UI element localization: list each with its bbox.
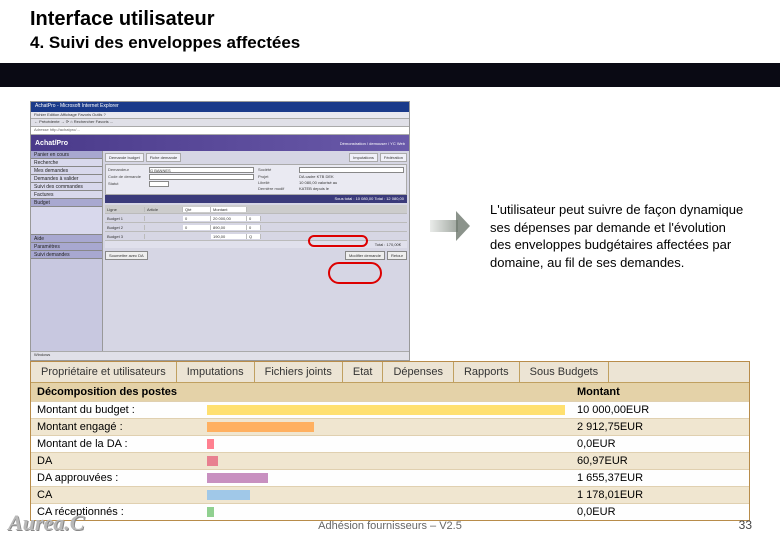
sidebar-item: Factures [31,191,102,199]
row-bar [201,453,571,469]
tab-attachments[interactable]: Fichiers joints [255,362,343,382]
budget-row: DA approuvées : 1 655,37EUR [31,469,749,486]
page-subtitle: 4. Suivi des enveloppes affectées [30,33,750,53]
sidebar-item: Demandes à valider [31,175,102,183]
budget-row: CA réceptionnés :0,0EUR [31,503,749,520]
row-bar [201,487,571,503]
app-main: Demande budget Fiche demande Imputations… [103,151,409,356]
row-bar [201,436,571,452]
sidebar-item: Panier en cours [31,151,102,159]
app-body: Panier en cours Recherche Mes demandes D… [31,151,409,356]
app-header: Achat/Pro Démonstration / demouser / YC … [31,135,409,151]
budget-detail-panel: Propriétaire et utilisateurs Imputations… [30,361,750,521]
row-label: CA [31,487,201,503]
row-amount: 0,0EUR [571,436,721,452]
row-amount: 2 912,75EUR [571,419,721,435]
page-number: 33 [739,518,752,532]
button-row: Soumettre avec DA Modifier demande Retou… [105,251,407,260]
table-header: Ligne Article Qté Montant [105,205,407,214]
tab: Imputations [349,153,378,162]
tab-imputations[interactable]: Imputations [177,362,255,382]
address-bar: Adresse http://achatpro/... [31,127,409,135]
row-bar [201,504,571,520]
detail-tabs: Propriétaire et utilisateurs Imputations… [31,362,749,383]
highlight-oval-icon [328,262,382,284]
tab-expenses[interactable]: Dépenses [383,362,454,382]
app-user-context: Démonstration / demouser / YC Web [340,141,405,146]
budget-row: DA 60,97EUR [31,452,749,469]
sidebar-item: Suivi des commandes [31,183,102,191]
sidebar-item: Recherche [31,159,102,167]
table-row: Budget 20890,000 [105,223,407,232]
content-row: AchatPro - Microsoft Internet Explorer F… [0,87,780,361]
browser-statusbar: Windows [31,351,409,360]
app-sidebar: Panier en cours Recherche Mes demandes D… [31,151,103,356]
sidebar-item: Aide [31,235,102,243]
tab: Demande budget [105,153,144,162]
tab: Fédération [380,153,407,162]
sidebar-item: Paramètres [31,243,102,251]
window-titlebar: AchatPro - Microsoft Internet Explorer [31,102,409,112]
modify-button: Modifier demande [345,251,385,260]
sidebar-item: Budget [31,199,102,207]
tab-row: Demande budget Fiche demande Imputations… [105,153,407,162]
footer-text: Adhésion fournisseurs – V2.5 [0,520,780,532]
description-text: L'utilisateur peut suivre de façon dynam… [490,101,750,361]
row-amount: 1 655,37EUR [571,470,721,486]
row-label: DA approuvées : [31,470,201,486]
row-amount: 10 000,00EUR [571,402,721,418]
row-label: DA [31,453,201,469]
page-title: Interface utilisateur [30,8,750,31]
form-panel: DemandeurG BANNES Code de demande Statut… [105,164,407,195]
row-amount: 1 178,01EUR [571,487,721,503]
row-label: Montant du budget : [31,402,201,418]
row-label: Montant de la DA : [31,436,201,452]
app-screenshot: AchatPro - Microsoft Internet Explorer F… [30,101,410,361]
budget-row: Montant de la DA : 0,0EUR [31,435,749,452]
budget-row: CA 1 178,01EUR [31,486,749,503]
row-bar [201,470,571,486]
table-row: Budget 1020 000,000 [105,214,407,223]
sidebar-item [31,207,102,235]
submit-button: Soumettre avec DA [105,251,148,260]
sidebar-item: Mes demandes [31,167,102,175]
row-amount: 0,0EUR [571,504,721,520]
arrow-icon [430,211,470,241]
tab-reports[interactable]: Rapports [454,362,520,382]
budget-row: Montant du budget : 10 000,00EUR [31,401,749,418]
budget-row: Montant engagé : 2 912,75EUR [31,418,749,435]
detail-header: Décomposition des postes Montant [31,383,749,401]
app-name: Achat/Pro [35,140,68,147]
browser-menubar: Fichier Edition Affichage Favoris Outils… [31,112,409,119]
row-amount: 60,97EUR [571,453,721,469]
totals-band: Sous total : 10 080,00 Total : 12 080,00 [105,195,407,203]
tab-owners[interactable]: Propriétaire et utilisateurs [31,362,177,382]
browser-toolbar: ← Précédente → ⟳ ⌂ Rechercher Favoris ..… [31,119,409,127]
sidebar-item: Suivi demandes [31,251,102,259]
tab-subbudgets[interactable]: Sous Budgets [520,362,610,382]
back-button: Retour [387,251,407,260]
row-bar [201,419,571,435]
row-label: Montant engagé : [31,419,201,435]
tab: Fiche demande [146,153,182,162]
slide-header: Interface utilisateur 4. Suivi des envel… [0,0,780,63]
highlight-oval-icon [308,235,368,247]
tab-state[interactable]: Etat [343,362,384,382]
row-bar [201,402,571,418]
divider-band [0,63,780,87]
